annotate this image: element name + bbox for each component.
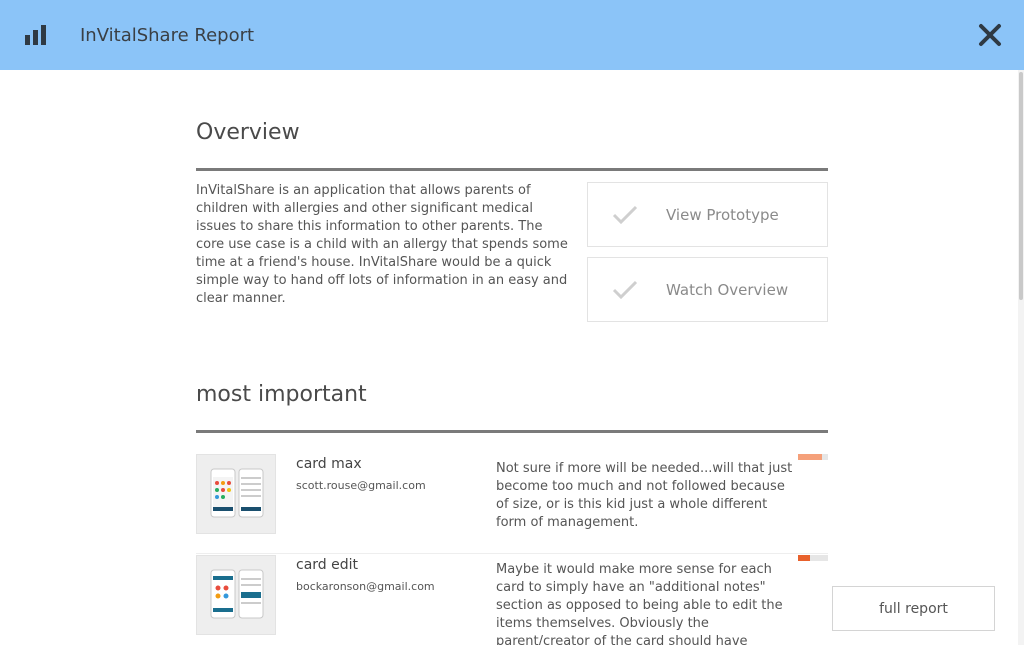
overview-title: Overview	[196, 120, 300, 145]
header-bar: InVitalShare Report	[0, 0, 1024, 70]
feedback-row[interactable]: card max scott.rouse@gmail.com Not sure …	[196, 454, 828, 554]
priority-bar-fill	[798, 555, 810, 561]
feedback-comment: Not sure if more will be needed...will t…	[496, 461, 793, 530]
overview-divider	[196, 168, 828, 171]
priority-bar-fill	[798, 454, 822, 460]
watch-overview-label: Watch Overview	[666, 280, 789, 299]
feedback-author-email: bockaronson@gmail.com	[296, 580, 435, 593]
feedback-title: card edit	[296, 557, 359, 573]
feedback-comment: Maybe it would make more sense for each …	[496, 562, 783, 645]
full-report-button[interactable]: full report	[832, 586, 995, 631]
view-prototype-label: View Prototype	[666, 205, 779, 224]
scrollbar-thumb[interactable]	[1019, 72, 1023, 300]
bar-chart-icon	[25, 25, 47, 45]
close-icon[interactable]	[976, 21, 1004, 49]
check-icon	[612, 205, 638, 225]
view-prototype-button[interactable]: View Prototype	[587, 182, 828, 247]
report-content: Overview InVitalShare is an application …	[196, 70, 828, 645]
most-important-divider	[196, 430, 828, 433]
screenshot-thumbnail[interactable]	[196, 555, 276, 635]
watch-overview-button[interactable]: Watch Overview	[587, 257, 828, 322]
feedback-title: card max	[296, 456, 362, 472]
priority-bar	[798, 555, 828, 561]
overview-description: InVitalShare is an application that allo…	[196, 183, 568, 306]
app-title: InVitalShare Report	[80, 25, 255, 46]
check-icon	[612, 280, 638, 300]
feedback-row[interactable]: card edit bockaronson@gmail.com Maybe it…	[196, 555, 828, 645]
most-important-title: most important	[196, 382, 367, 407]
feedback-author-email: scott.rouse@gmail.com	[296, 479, 426, 492]
screenshot-thumbnail[interactable]	[196, 454, 276, 534]
priority-bar	[798, 454, 828, 460]
